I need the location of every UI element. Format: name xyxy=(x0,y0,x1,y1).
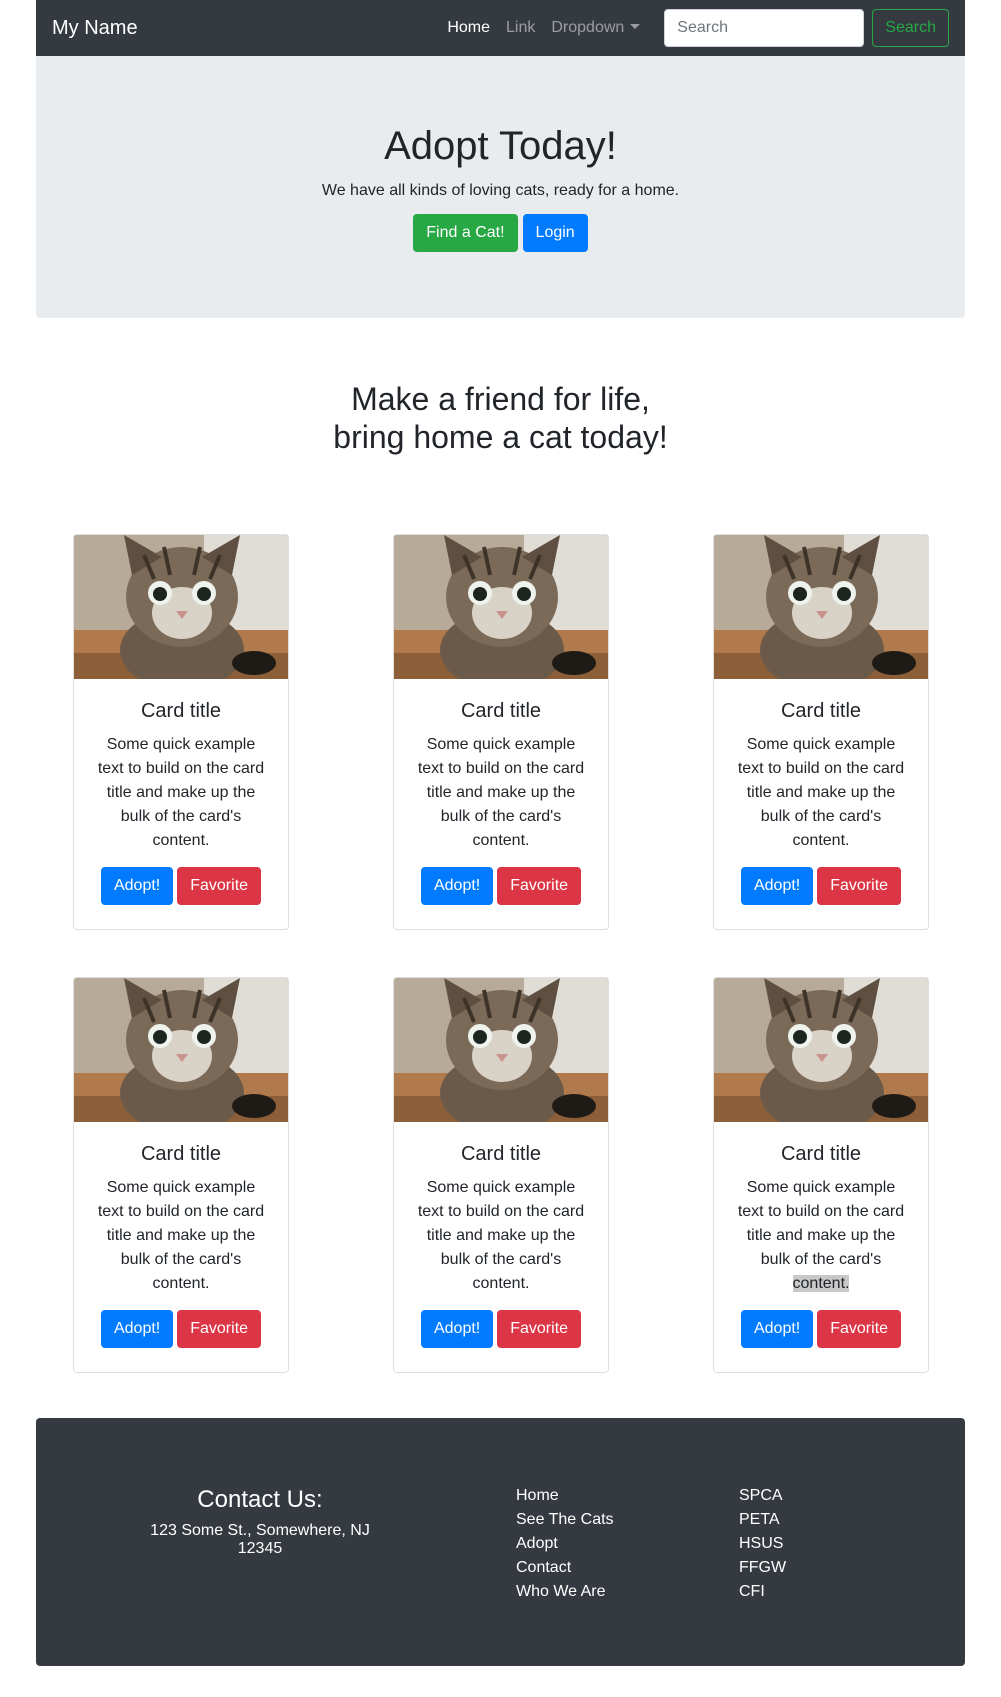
footer-link-hsus[interactable]: HSUS xyxy=(739,1532,786,1556)
adopt-button[interactable]: Adopt! xyxy=(420,867,494,905)
nav-dropdown-label: Dropdown xyxy=(551,19,625,36)
card-text: Some quick example text to build on the … xyxy=(74,1176,288,1296)
footer-link-ffgw[interactable]: FFGW xyxy=(739,1556,786,1580)
card-text-end: content. xyxy=(472,832,530,849)
contact-address: 123 Some St., Somewhere, NJ 12345 xyxy=(150,1522,370,1557)
card-buttons: Adopt! Favorite xyxy=(394,867,608,905)
hero-subtitle: We have all kinds of loving cats, ready … xyxy=(321,182,680,199)
kitten-image xyxy=(74,535,288,679)
search-input[interactable] xyxy=(664,9,865,47)
card-text-body: Some quick example text to build on the … xyxy=(417,736,585,825)
adopt-button[interactable]: Adopt! xyxy=(740,867,814,905)
footer-link-home[interactable]: Home xyxy=(516,1484,614,1508)
card-text-end: content. xyxy=(472,1275,530,1292)
card-text-body: Some quick example text to build on the … xyxy=(737,1179,905,1268)
favorite-button[interactable]: Favorite xyxy=(817,1310,902,1348)
search-button[interactable]: Search xyxy=(872,9,949,47)
section-heading: Make a friend for life, bring home a cat… xyxy=(0,380,1001,457)
footer-link-adopt[interactable]: Adopt xyxy=(516,1532,614,1556)
cat-card: Card title Some quick example text to bu… xyxy=(713,977,929,1373)
kitten-image xyxy=(394,535,608,679)
heading-line-2: bring home a cat today! xyxy=(333,419,668,456)
card-text-body: Some quick example text to build on the … xyxy=(97,736,265,825)
card-buttons: Adopt! Favorite xyxy=(74,1310,288,1348)
card-text: Some quick example text to build on the … xyxy=(714,1176,928,1296)
login-button[interactable]: Login xyxy=(522,214,588,252)
kitten-image xyxy=(714,978,928,1122)
contact-block: Contact Us: 123 Some St., Somewhere, NJ … xyxy=(132,1486,388,1558)
favorite-button[interactable]: Favorite xyxy=(177,1310,262,1348)
card-buttons: Adopt! Favorite xyxy=(714,867,928,905)
favorite-button[interactable]: Favorite xyxy=(177,867,262,905)
favorite-button[interactable]: Favorite xyxy=(497,1310,582,1348)
adopt-button[interactable]: Adopt! xyxy=(420,1310,494,1348)
cat-card: Card title Some quick example text to bu… xyxy=(393,534,609,930)
card-title: Card title xyxy=(780,700,862,722)
favorite-button[interactable]: Favorite xyxy=(497,867,582,905)
card-title: Card title xyxy=(460,700,542,722)
brand-link[interactable]: My Name xyxy=(52,17,138,40)
card-title: Card title xyxy=(460,1143,542,1165)
card-text-body: Some quick example text to build on the … xyxy=(737,736,905,825)
adopt-button[interactable]: Adopt! xyxy=(100,1310,174,1348)
card-text: Some quick example text to build on the … xyxy=(714,733,928,853)
find-cat-button[interactable]: Find a Cat! xyxy=(413,214,518,252)
footer-nav-list: Home See The Cats Adopt Contact Who We A… xyxy=(516,1484,614,1604)
card-text: Some quick example text to build on the … xyxy=(394,1176,608,1296)
card-text: Some quick example text to build on the … xyxy=(74,733,288,853)
adopt-button[interactable]: Adopt! xyxy=(100,867,174,905)
nav-link-home[interactable]: Home xyxy=(439,19,498,37)
footer-link-see-the-cats[interactable]: See The Cats xyxy=(516,1508,614,1532)
nav-links: Home Link Dropdown Search xyxy=(439,9,949,47)
footer: Contact Us: 123 Some St., Somewhere, NJ … xyxy=(36,1418,965,1666)
favorite-button[interactable]: Favorite xyxy=(817,867,902,905)
caret-down-icon xyxy=(630,24,641,29)
card-text-end: content. xyxy=(152,1275,210,1292)
card-title: Card title xyxy=(140,1143,222,1165)
kitten-image xyxy=(714,535,928,679)
footer-link-spca[interactable]: SPCA xyxy=(739,1484,786,1508)
contact-title: Contact Us: xyxy=(197,1486,323,1513)
card-text-end: content. xyxy=(792,832,850,849)
kitten-image xyxy=(394,978,608,1122)
footer-link-who-we-are[interactable]: Who We Are xyxy=(516,1580,614,1604)
card-text: Some quick example text to build on the … xyxy=(394,733,608,853)
nav-dropdown-toggle[interactable]: Dropdown xyxy=(543,19,648,37)
adopt-button[interactable]: Adopt! xyxy=(740,1310,814,1348)
cat-card: Card title Some quick example text to bu… xyxy=(73,977,289,1373)
card-text-body: Some quick example text to build on the … xyxy=(97,1179,265,1268)
cat-card: Card title Some quick example text to bu… xyxy=(713,534,929,930)
card-title: Card title xyxy=(780,1143,862,1165)
heading-line-1: Make a friend for life, xyxy=(351,381,650,417)
card-buttons: Adopt! Favorite xyxy=(74,867,288,905)
kitten-image xyxy=(74,978,288,1122)
nav-link-link[interactable]: Link xyxy=(498,19,543,37)
card-text-end: content. xyxy=(152,832,210,849)
card-buttons: Adopt! Favorite xyxy=(714,1310,928,1348)
card-text-body: Some quick example text to build on the … xyxy=(417,1179,585,1268)
footer-link-peta[interactable]: PETA xyxy=(739,1508,786,1532)
navbar: My Name Home Link Dropdown Search xyxy=(36,0,965,56)
footer-link-cfi[interactable]: CFI xyxy=(739,1580,786,1604)
card-text-end-selected: content. xyxy=(792,1275,850,1292)
footer-org-list: SPCA PETA HSUS FFGW CFI xyxy=(739,1484,786,1604)
footer-link-contact[interactable]: Contact xyxy=(516,1556,614,1580)
hero-buttons: Find a Cat! Login xyxy=(36,214,965,252)
hero-title: Adopt Today! xyxy=(384,124,617,168)
hero-jumbotron: Adopt Today! We have all kinds of loving… xyxy=(36,56,965,318)
cat-card: Card title Some quick example text to bu… xyxy=(393,977,609,1373)
card-buttons: Adopt! Favorite xyxy=(394,1310,608,1348)
card-title: Card title xyxy=(140,700,222,722)
cat-card: Card title Some quick example text to bu… xyxy=(73,534,289,930)
